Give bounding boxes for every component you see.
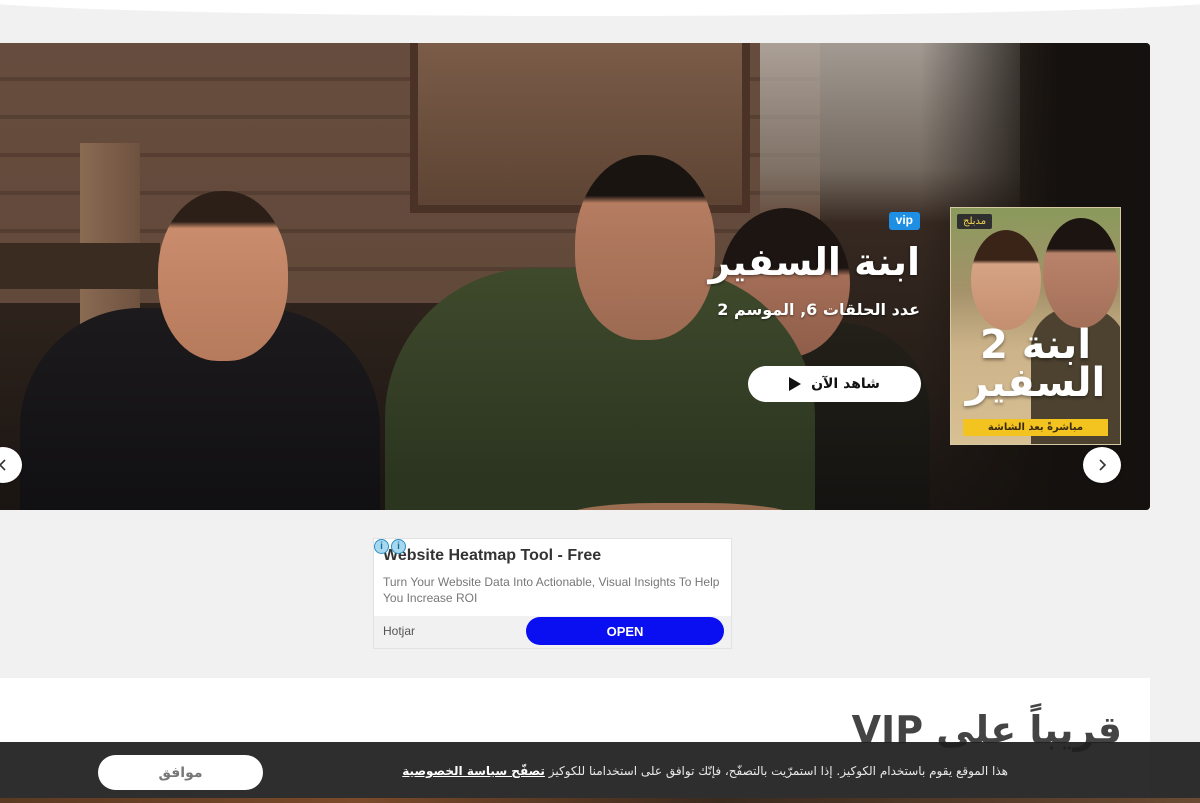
play-icon xyxy=(789,377,802,391)
cookie-message: هذا الموقع يقوم باستخدام الكوكيز. إذا اس… xyxy=(402,764,1008,778)
chevron-right-icon xyxy=(1099,459,1107,471)
ad-close-icon[interactable]: i xyxy=(391,539,406,554)
hero-backdrop-rail xyxy=(0,243,160,289)
header-edge xyxy=(0,0,1200,16)
hero-poster[interactable]: مدبلج ابنة 2 السفير مباشرةً بعد الشاشة xyxy=(950,207,1121,445)
hero-title[interactable]: ابنة السفير xyxy=(500,236,920,288)
hero-info: vip ابنة السفير عدد الحلقات 6, الموسم 2 xyxy=(500,209,920,319)
poster-title: ابنة 2 السفير xyxy=(951,322,1120,406)
poster-strip: مباشرةً بعد الشاشة xyxy=(963,419,1108,436)
watch-now-button[interactable]: شاهد الآن xyxy=(748,366,921,402)
vip-badge: vip xyxy=(888,212,920,230)
hero-episode-meta: عدد الحلقات 6, الموسم 2 xyxy=(717,300,920,319)
poster-figure-woman xyxy=(971,230,1041,330)
poster-title-line-2: السفير xyxy=(965,360,1106,406)
poster-title-line-1: ابنة 2 xyxy=(979,322,1092,368)
ad-description: Turn Your Website Data Into Actionable, … xyxy=(383,575,720,605)
ad-banner[interactable]: Website Heatmap Tool - Free i i Turn You… xyxy=(373,538,732,649)
ad-info-icon[interactable]: i xyxy=(374,539,389,554)
chevron-left-icon xyxy=(0,459,6,471)
ad-choices[interactable]: i i xyxy=(374,539,406,554)
ad-brand: Hotjar xyxy=(383,624,416,638)
ad-open-button[interactable]: OPEN xyxy=(526,617,724,645)
privacy-policy-link[interactable]: تصفّح سياسة الخصوصية xyxy=(402,764,545,778)
cookie-accept-button[interactable]: موافق xyxy=(98,755,263,790)
ad-footer: Hotjar OPEN xyxy=(374,616,731,648)
watch-now-label: شاهد الآن xyxy=(811,376,880,392)
hero-figure-left-head xyxy=(158,191,288,361)
ad-title[interactable]: Website Heatmap Tool - Free xyxy=(383,547,601,565)
cookie-banner: هذا الموقع يقوم باستخدام الكوكيز. إذا اس… xyxy=(0,742,1200,803)
hero-slider: vip ابنة السفير عدد الحلقات 6, الموسم 2 … xyxy=(0,43,1150,510)
slider-next-button[interactable] xyxy=(1083,447,1121,483)
cookie-text: هذا الموقع يقوم باستخدام الكوكيز. إذا اس… xyxy=(548,764,1008,778)
poster-figure-man xyxy=(1043,218,1119,328)
cookie-thumbnail-strip xyxy=(0,798,1200,803)
poster-dubbed-badge: مدبلج xyxy=(957,214,993,229)
